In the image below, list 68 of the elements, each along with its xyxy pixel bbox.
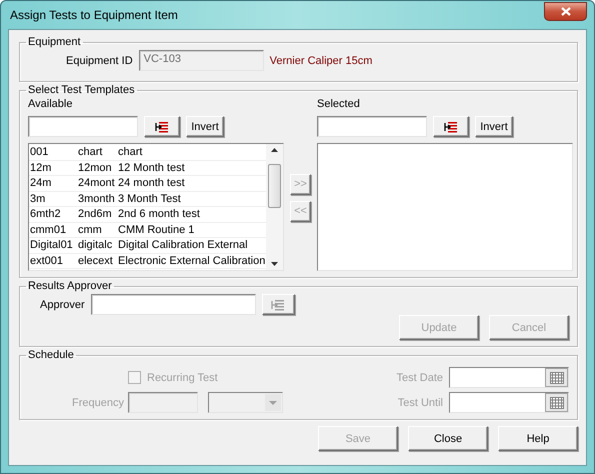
list-cell-text: 3m [29, 192, 46, 205]
equipment-id-field[interactable]: VC-103 [138, 50, 264, 71]
list-row[interactable]: 6mth2 2nd6m 2nd 6 month test [29, 207, 266, 222]
equipment-description: Vernier Caliper 15cm [270, 54, 372, 66]
list-cell-text: 001 [29, 146, 50, 158]
list-row[interactable]: ext001 elecext Electronic External Calibration [29, 254, 266, 269]
field-label: Frequency [72, 396, 124, 408]
field-label: Test Until [398, 396, 443, 408]
pick-list-icon [155, 120, 169, 132]
down-arrow-icon [271, 262, 278, 266]
field-label: Test Date [396, 372, 443, 384]
calendar-icon [550, 396, 564, 408]
dialog-button[interactable]: Help [498, 426, 578, 451]
list-cell-text: digitalc [77, 239, 114, 252]
close-icon [560, 6, 570, 16]
list-label: Selected [317, 98, 361, 110]
list-cell-text: cmm01 [29, 224, 68, 236]
group-title: Select Test Templates [27, 84, 136, 96]
group-title: Equipment [27, 36, 82, 48]
list-cell-text: ext001 [29, 254, 64, 267]
list-cell-text: CMM Routine 1 [117, 224, 196, 236]
list-row[interactable]: 12m 12mon 12 Month test [29, 160, 266, 176]
pick-button[interactable] [433, 116, 469, 137]
calendar-icon [550, 372, 564, 384]
group-title: Results Approver [27, 280, 113, 292]
list-cell-text: 12m [29, 162, 52, 174]
checkbox-label: Recurring Test [147, 372, 218, 384]
list-row[interactable]: 3m 3month 3 Month Test [29, 192, 266, 207]
list-cell: Electronic External Calibration [117, 254, 266, 267]
pick-list-icon [444, 120, 458, 132]
scrollbar[interactable] [266, 144, 283, 270]
pick-button[interactable] [144, 116, 180, 137]
filter-field[interactable] [28, 116, 138, 137]
invert-button[interactable]: Invert [475, 116, 513, 137]
window-title: Assign Tests to Equipment Item [9, 8, 178, 22]
list-cell-text: elecext [77, 254, 114, 267]
list-cell-text: 12 Month test [117, 162, 186, 174]
list-cell-text: 24mont [77, 177, 116, 190]
field-label: Approver [40, 298, 85, 310]
list-row[interactable]: Digital01 digitalc Digital Calibration External [29, 238, 266, 254]
list-label: Available [28, 98, 74, 110]
list-cell-text: 12mon [77, 162, 113, 174]
dialog-button[interactable]: Close [408, 426, 488, 451]
list-cell-text: Digital Calibration External [117, 239, 249, 252]
pick-list-icon [271, 298, 286, 310]
list-cell-text: 2nd6m [77, 208, 113, 220]
list-cell-text: 3 Month Test [117, 192, 182, 205]
list-cell-text: 3month [77, 192, 116, 205]
filter-field[interactable] [317, 116, 427, 137]
list-cell-text: 6mth2 [29, 208, 62, 220]
list-row[interactable]: 24m 24mont 24 month test [29, 176, 266, 192]
list-cell-text: 2nd 6 month test [117, 208, 201, 220]
list-cell-text: 24 month test [117, 177, 186, 190]
list-row[interactable]: 001 chart chart [29, 145, 266, 160]
group-title: Schedule [27, 349, 75, 361]
approver-field[interactable] [90, 294, 256, 315]
close-button[interactable] [544, 2, 587, 20]
up-arrow-icon [271, 148, 278, 152]
list-cell-text: cmm [77, 224, 103, 236]
list-cell-text: Digital01 [29, 239, 74, 252]
list-cell-text: chart [77, 146, 104, 158]
list-cell-text: 24m [29, 177, 52, 190]
scroll-thumb[interactable] [268, 164, 281, 208]
available-list[interactable] [28, 143, 284, 271]
field-label: Equipment ID [66, 54, 133, 66]
invert-button[interactable]: Invert [186, 116, 224, 137]
list-row[interactable]: cmm01 cmm CMM Routine 1 [29, 222, 266, 238]
list-cell-text: chart [117, 146, 144, 158]
